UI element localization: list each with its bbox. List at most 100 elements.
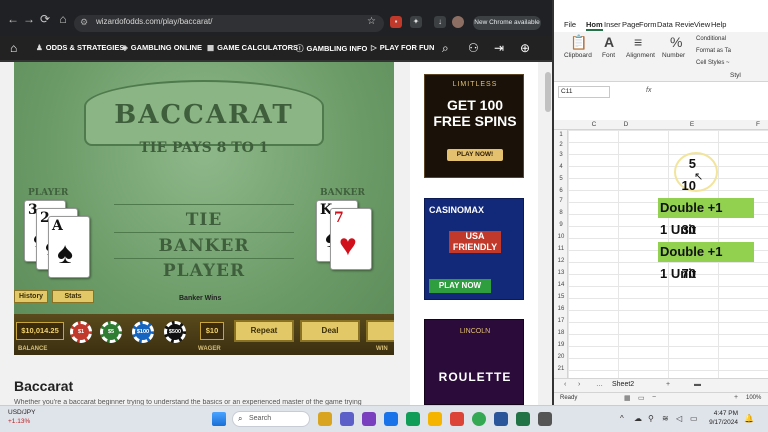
row-header[interactable]: 20 <box>554 354 568 360</box>
page-layout-view-icon[interactable]: ▭ <box>638 394 645 402</box>
cell-styles-button[interactable]: Cell Styles ~ <box>696 60 730 66</box>
zoom-in-icon[interactable]: + <box>734 394 738 401</box>
row-header[interactable]: 1 <box>554 132 568 138</box>
extra-button[interactable] <box>366 320 394 342</box>
tab-data[interactable]: Data <box>657 20 673 29</box>
repeat-button[interactable]: Repeat <box>234 320 294 342</box>
bookmark-star-icon[interactable]: ☆ <box>367 16 376 27</box>
cell-e-value[interactable]: Double +1 <box>658 198 754 218</box>
row-header[interactable]: 9 <box>554 222 568 228</box>
tab-home[interactable]: Hom <box>586 20 603 31</box>
row-header[interactable]: 15 <box>554 294 568 300</box>
nav-gambling-online[interactable]: ◈ GAMBLING ONLINE <box>122 43 202 52</box>
clock[interactable]: 4:47 PM 9/17/2024 <box>700 409 738 427</box>
search-icon[interactable]: ⌕ <box>442 41 449 56</box>
wifi-icon[interactable]: ≋ <box>662 414 669 423</box>
page-scrollbar[interactable] <box>544 62 552 405</box>
taskbar-app-icon[interactable] <box>538 412 552 426</box>
row-header[interactable]: 8 <box>554 210 568 216</box>
row-header[interactable]: 2 <box>554 142 568 148</box>
sheet-next-icon[interactable]: › <box>578 381 580 388</box>
tab-insert[interactable]: Inser <box>604 20 621 29</box>
chip-1[interactable]: $1 <box>70 321 92 343</box>
tab-review[interactable]: Revie <box>675 20 694 29</box>
horizontal-scrollbar[interactable]: ▬ <box>694 381 701 388</box>
windows-start-icon[interactable] <box>212 412 226 426</box>
row-header[interactable]: 3 <box>554 152 568 158</box>
column-header-e[interactable]: E <box>682 121 702 128</box>
row-header[interactable]: 19 <box>554 342 568 348</box>
volume-icon[interactable]: ◁ <box>676 414 682 423</box>
group-number[interactable]: Number <box>662 52 685 59</box>
forward-icon[interactable]: → <box>22 12 36 26</box>
add-sheet-icon[interactable]: + <box>666 381 670 388</box>
language-globe-icon[interactable]: ⊕ <box>520 41 530 55</box>
row-header[interactable]: 5 <box>554 176 568 182</box>
deal-button[interactable]: Deal <box>300 320 360 342</box>
extensions-puzzle-icon[interactable]: ✦ <box>410 16 422 28</box>
microphone-icon[interactable]: ⚲ <box>648 414 654 423</box>
group-font[interactable]: Font <box>602 52 615 59</box>
address-bar[interactable]: ⚙ wizardofodds.com/play/baccarat/ ☆ <box>74 15 384 32</box>
row-header[interactable]: 11 <box>554 246 568 252</box>
reload-icon[interactable]: ⟳ <box>38 12 52 26</box>
sheet-more-icon[interactable]: … <box>596 381 603 388</box>
ad-cta-button[interactable]: PLAY NOW! <box>447 149 503 161</box>
notifications-icon[interactable]: 🔔 <box>744 414 754 423</box>
extension-icon[interactable]: ▪ <box>390 16 402 28</box>
cell-e-value[interactable]: 1 Unit <box>658 264 754 284</box>
bet-player[interactable]: PLAYER <box>114 261 294 281</box>
history-button[interactable]: History <box>14 290 48 303</box>
profile-avatar[interactable] <box>452 16 464 28</box>
tab-page-layout[interactable]: Page <box>622 20 640 29</box>
download-icon[interactable]: ↓ <box>434 16 446 28</box>
taskbar-app-icon[interactable] <box>318 412 332 426</box>
sheet-prev-icon[interactable]: ‹ <box>564 381 566 388</box>
row-header[interactable]: 7 <box>554 198 568 204</box>
chrome-icon[interactable] <box>472 412 486 426</box>
add-user-icon[interactable]: ⚇ <box>468 41 479 55</box>
excel-icon[interactable] <box>516 412 530 426</box>
tab-file[interactable]: File <box>564 20 576 29</box>
cell-e-value[interactable]: Double +1 <box>658 242 754 262</box>
conditional-formatting-button[interactable]: Conditional <box>696 36 726 42</box>
zoom-level[interactable]: 100% <box>746 395 761 401</box>
percent-icon[interactable]: % <box>670 34 682 50</box>
scrollbar-thumb[interactable] <box>545 72 551 112</box>
chip-100[interactable]: $100 <box>132 321 154 343</box>
taskbar-search[interactable]: ⌕ Search <box>232 411 310 427</box>
ad-lincoln[interactable]: LINCOLN ROULETTE <box>424 319 524 405</box>
chip-5[interactable]: $5 <box>100 321 122 343</box>
site-info-icon[interactable]: ⚙ <box>80 17 88 28</box>
name-box[interactable]: C11 <box>558 86 610 98</box>
format-as-table-button[interactable]: Format as Ta <box>696 48 731 54</box>
column-header-c[interactable]: C <box>584 121 604 128</box>
login-icon[interactable]: ⇥ <box>494 41 504 55</box>
row-header[interactable]: 4 <box>554 164 568 170</box>
row-header[interactable]: 21 <box>554 366 568 372</box>
clipboard-icon[interactable]: 📋 <box>570 34 587 51</box>
column-header-d[interactable]: D <box>616 121 636 128</box>
taskbar-app-icon[interactable] <box>406 412 420 426</box>
cell-grid[interactable]: ↖ 51025Double +1301 Unit65Double +1701 U… <box>568 130 768 380</box>
align-icon[interactable]: ≡ <box>634 34 642 50</box>
taskbar-app-icon[interactable] <box>384 412 398 426</box>
taskbar-app-icon[interactable] <box>340 412 354 426</box>
show-hidden-icons-icon[interactable]: ^ <box>620 414 624 423</box>
new-chrome-available-button[interactable]: New Chrome available <box>473 16 541 30</box>
back-icon[interactable]: ← <box>6 12 20 26</box>
zoom-out-icon[interactable]: − <box>652 394 656 401</box>
bet-banker[interactable]: BANKER <box>114 236 294 256</box>
ad-cta-button[interactable]: PLAY NOW <box>429 279 491 293</box>
column-header-f[interactable]: F <box>748 121 768 128</box>
row-header[interactable]: 12 <box>554 258 568 264</box>
cell-e-value[interactable]: 1 Unit <box>658 220 754 240</box>
taskbar-app-icon[interactable] <box>494 412 508 426</box>
cell-d-value[interactable]: 10 <box>642 178 696 193</box>
nav-game-calculators[interactable]: ▦ GAME CALCULATORS <box>207 43 298 52</box>
font-icon[interactable]: A <box>604 34 614 50</box>
row-header[interactable]: 18 <box>554 330 568 336</box>
cell-d-value[interactable]: 5 <box>642 156 696 171</box>
row-header[interactable]: 14 <box>554 282 568 288</box>
nav-gambling-info[interactable]: ⓘ GAMBLING INFO <box>296 43 367 54</box>
